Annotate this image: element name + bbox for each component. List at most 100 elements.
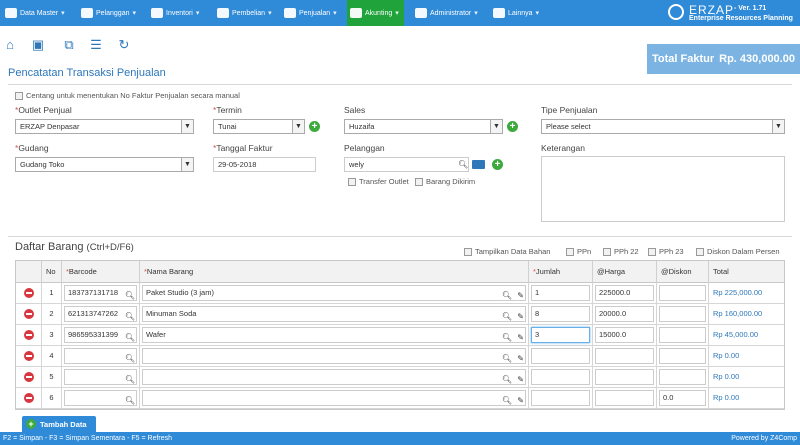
jumlah-input[interactable]: 1 xyxy=(531,285,590,301)
checkbox-box[interactable] xyxy=(348,177,356,186)
search-icon[interactable]: 🔍︎ xyxy=(125,328,135,345)
ppn-checkbox[interactable]: PPn xyxy=(566,247,591,256)
delete-row-icon[interactable] xyxy=(24,351,34,361)
nama-barang-input[interactable] xyxy=(142,390,526,406)
nama-barang-input[interactable]: Minuman Soda xyxy=(142,306,526,322)
nama-barang-input[interactable] xyxy=(142,348,526,364)
termin-label: *Termin xyxy=(213,105,242,115)
tambah-data-button[interactable]: + Tambah Data xyxy=(22,416,96,432)
nav-inventori[interactable]: Inventori ▾ xyxy=(148,0,202,26)
delete-row-icon[interactable] xyxy=(24,393,34,403)
search-icon[interactable]: 🔍︎ xyxy=(502,391,512,408)
harga-input[interactable] xyxy=(595,348,654,364)
search-icon[interactable]: 🔍︎ xyxy=(125,370,135,387)
jumlah-input[interactable] xyxy=(531,390,590,406)
search-icon[interactable]: 🔍︎ xyxy=(458,160,468,169)
nav-pelanggan[interactable]: Pelanggan ▾ xyxy=(78,0,139,26)
harga-input[interactable] xyxy=(595,369,654,385)
barang-dikirim-checkbox[interactable]: Barang Dikirim xyxy=(415,177,475,186)
nav-lainnya[interactable]: Lainnya ▾ xyxy=(490,0,542,26)
delete-row-icon[interactable] xyxy=(24,372,34,382)
pph23-checkbox[interactable]: PPh 23 xyxy=(648,247,684,256)
add-sales-button[interactable]: + xyxy=(507,121,518,132)
money-icon xyxy=(350,8,362,18)
diskon-input[interactable]: 0.0 xyxy=(659,390,706,406)
diskon-input[interactable] xyxy=(659,285,706,301)
customer-card-icon[interactable] xyxy=(472,160,485,169)
jumlah-input[interactable] xyxy=(531,348,590,364)
pelanggan-input[interactable]: wely xyxy=(344,157,469,172)
table-header: No *Barcode *Nama Barang *Jumlah @Harga … xyxy=(16,261,784,283)
diskon-persen-checkbox[interactable]: Diskon Dalam Persen xyxy=(696,247,780,256)
harga-input[interactable] xyxy=(595,390,654,406)
search-icon[interactable]: 🔍︎ xyxy=(125,391,135,408)
plus-icon: + xyxy=(26,419,36,429)
harga-input[interactable]: 225000.0 xyxy=(595,285,654,301)
refresh-icon[interactable]: ↻ xyxy=(116,37,132,53)
jumlah-input[interactable]: 8 xyxy=(531,306,590,322)
nama-barang-input[interactable]: Wafer xyxy=(142,327,526,343)
checkbox-box[interactable] xyxy=(15,91,23,100)
checkbox-box[interactable] xyxy=(603,247,611,256)
checkbox-box[interactable] xyxy=(464,247,472,256)
gudang-select[interactable]: Gudang Toko ▼ xyxy=(15,157,194,172)
checkbox-box[interactable] xyxy=(415,177,423,186)
nama-barang-input[interactable] xyxy=(142,369,526,385)
harga-input[interactable]: 15000.0 xyxy=(595,327,654,343)
nav-pembelian[interactable]: Pembelian ▾ xyxy=(214,0,275,26)
nav-penjualan[interactable]: Penjualan ▾ xyxy=(281,0,340,26)
diskon-input[interactable] xyxy=(659,327,706,343)
delete-row-icon[interactable] xyxy=(24,330,34,340)
harga-input[interactable]: 20000.0 xyxy=(595,306,654,322)
tanggal-faktur-input[interactable]: 29-05-2018 xyxy=(213,157,316,172)
table-row: 5 🔍︎ 🔍︎ ✎ Rp 0.00 xyxy=(16,367,784,388)
jumlah-input[interactable]: 3 xyxy=(531,327,590,343)
tipe-penjualan-select[interactable]: Please select ▼ xyxy=(541,119,785,134)
manual-invoice-checkbox[interactable]: Centang untuk menentukan No Faktur Penju… xyxy=(15,91,240,100)
save-as-icon[interactable]: ⧉ xyxy=(61,37,77,53)
edit-icon[interactable]: ✎ xyxy=(517,307,524,324)
checkbox-box[interactable] xyxy=(696,247,704,256)
outlet-select[interactable]: ERZAP Denpasar ▼ xyxy=(15,119,194,134)
transfer-outlet-checkbox[interactable]: Transfer Outlet xyxy=(348,177,409,186)
edit-icon[interactable]: ✎ xyxy=(517,349,524,366)
delete-row-icon[interactable] xyxy=(24,309,34,319)
nav-administrator[interactable]: Administrator ▾ xyxy=(412,0,481,26)
header-no: No xyxy=(42,261,62,283)
row-no: 1 xyxy=(42,283,62,303)
chevron-down-icon: ▼ xyxy=(181,158,193,171)
search-icon[interactable]: 🔍︎ xyxy=(125,349,135,366)
edit-icon[interactable]: ✎ xyxy=(517,328,524,345)
nama-barang-input[interactable]: Paket Studio (3 jam) xyxy=(142,285,526,301)
diskon-input[interactable] xyxy=(659,369,706,385)
search-icon[interactable]: 🔍︎ xyxy=(502,328,512,345)
nav-data-master[interactable]: Data Master ▾ xyxy=(2,0,68,26)
edit-icon[interactable]: ✎ xyxy=(517,391,524,408)
edit-icon[interactable]: ✎ xyxy=(517,286,524,303)
search-icon[interactable]: 🔍︎ xyxy=(502,349,512,366)
checkbox-box[interactable] xyxy=(648,247,656,256)
search-icon[interactable]: 🔍︎ xyxy=(502,307,512,324)
save-icon[interactable]: ▣ xyxy=(30,37,46,53)
pph22-checkbox[interactable]: PPh 22 xyxy=(603,247,639,256)
edit-icon[interactable]: ✎ xyxy=(517,370,524,387)
header-diskon: @Diskon xyxy=(657,261,709,283)
nav-akunting[interactable]: Akunting ▾ xyxy=(347,0,404,26)
search-icon[interactable]: 🔍︎ xyxy=(502,286,512,303)
keterangan-textarea[interactable] xyxy=(541,156,785,222)
search-icon[interactable]: 🔍︎ xyxy=(125,286,135,303)
checkbox-box[interactable] xyxy=(566,247,574,256)
search-icon[interactable]: 🔍︎ xyxy=(125,307,135,324)
add-pelanggan-button[interactable]: + xyxy=(492,159,503,170)
sales-select[interactable]: Huzaifa ▼ xyxy=(344,119,503,134)
tampilkan-data-bahan-checkbox[interactable]: Tampilkan Data Bahan xyxy=(464,247,550,256)
home-icon[interactable]: ⌂ xyxy=(2,37,18,53)
diskon-input[interactable] xyxy=(659,348,706,364)
delete-row-icon[interactable] xyxy=(24,288,34,298)
jumlah-input[interactable] xyxy=(531,369,590,385)
diskon-input[interactable] xyxy=(659,306,706,322)
list-icon[interactable]: ☰ xyxy=(88,37,104,53)
search-icon[interactable]: 🔍︎ xyxy=(502,370,512,387)
add-termin-button[interactable]: + xyxy=(309,121,320,132)
termin-select[interactable]: Tunai ▼ xyxy=(213,119,305,134)
